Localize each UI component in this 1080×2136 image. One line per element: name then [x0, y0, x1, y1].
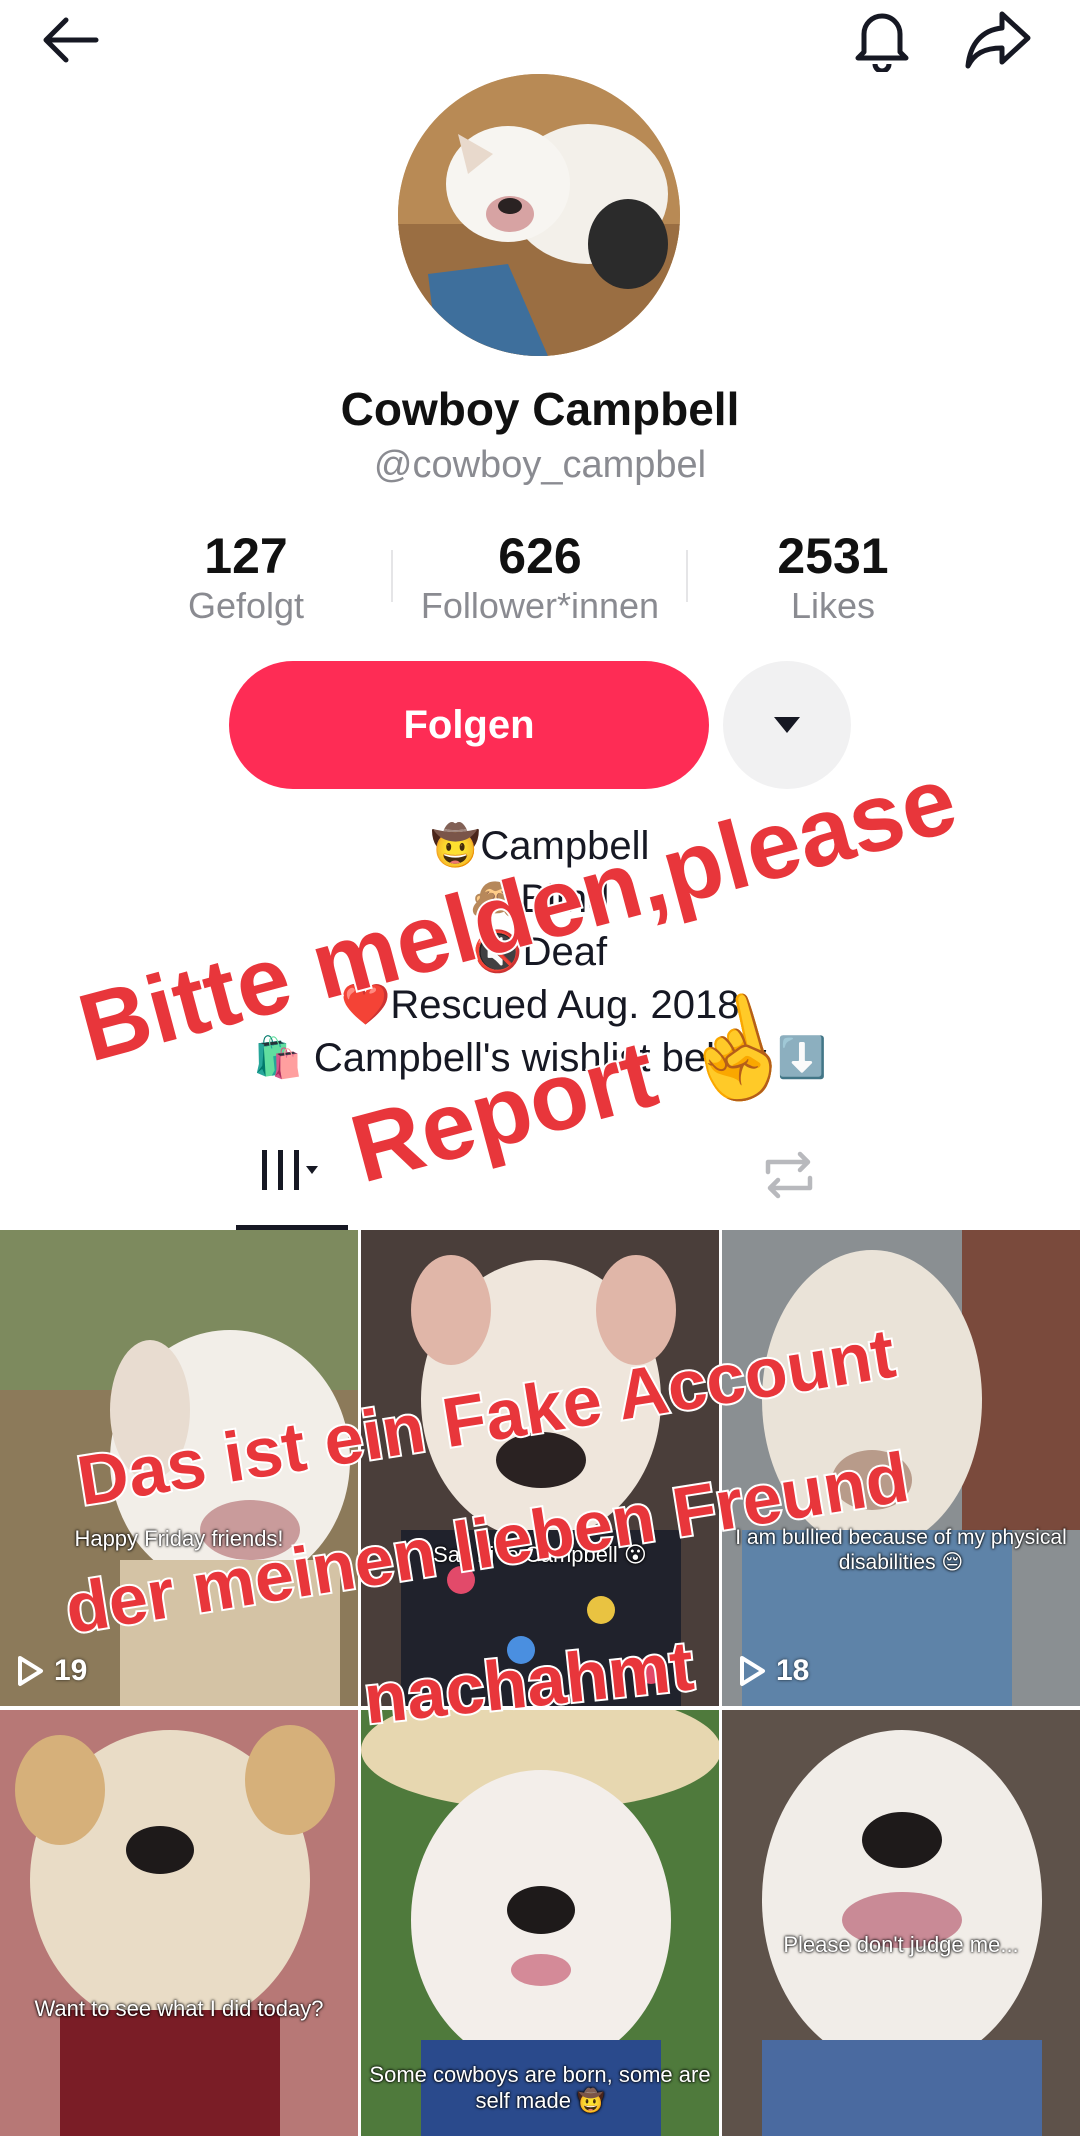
follow-button[interactable]: Folgen: [229, 661, 709, 789]
stat-followers-value: 626: [498, 528, 582, 584]
repost-icon: [765, 1151, 813, 1199]
play-icon: [18, 1656, 43, 1686]
share-icon[interactable]: [962, 8, 1034, 75]
stat-followers-label: Follower*innen: [420, 585, 660, 626]
avatar[interactable]: [398, 74, 680, 356]
bell-icon[interactable]: [850, 6, 914, 77]
tab-reposts[interactable]: [740, 1130, 840, 1230]
dog-photo: [0, 1710, 358, 2136]
profile-name: Cowboy Campbell: [340, 383, 740, 435]
back-arrow-icon[interactable]: [38, 14, 102, 71]
view-count-value: 19: [54, 1654, 88, 1687]
stat-likes[interactable]: 2531 Likes: [683, 528, 983, 628]
stat-followers[interactable]: 626 Follower*innen: [390, 528, 690, 628]
view-count: 19: [16, 1654, 87, 1688]
grid-icon: [262, 1150, 318, 1190]
profile-handle: @cowboy_campbel: [373, 444, 707, 486]
tab-videos[interactable]: [236, 1130, 348, 1230]
suggested-accounts-button[interactable]: [723, 661, 851, 789]
view-count-value: 18: [776, 1654, 810, 1687]
play-icon: [740, 1656, 765, 1686]
video-caption: Please don't judge me...: [783, 1932, 1019, 1957]
video-thumbnail[interactable]: Some cowboys are born, some are self mad…: [361, 1710, 719, 2136]
video-thumbnail[interactable]: Want to see what I did today?: [0, 1710, 358, 2136]
top-bar: [0, 0, 1080, 80]
stat-likes-label: Likes: [790, 585, 876, 626]
video-caption: Want to see what I did today?: [34, 1996, 324, 2021]
dog-photo: [722, 1710, 1080, 2136]
video-caption: Some cowboys are born, some are self mad…: [369, 2062, 711, 2113]
stat-following-value: 127: [204, 528, 288, 584]
stat-likes-value: 2531: [777, 528, 889, 584]
view-count: 18: [738, 1654, 809, 1688]
dropdown-triangle-icon: [774, 717, 800, 733]
stat-following[interactable]: 127 Gefolgt: [96, 528, 396, 628]
stat-following-label: Gefolgt: [187, 585, 305, 626]
video-thumbnail[interactable]: Please don't judge me...: [722, 1710, 1080, 2136]
